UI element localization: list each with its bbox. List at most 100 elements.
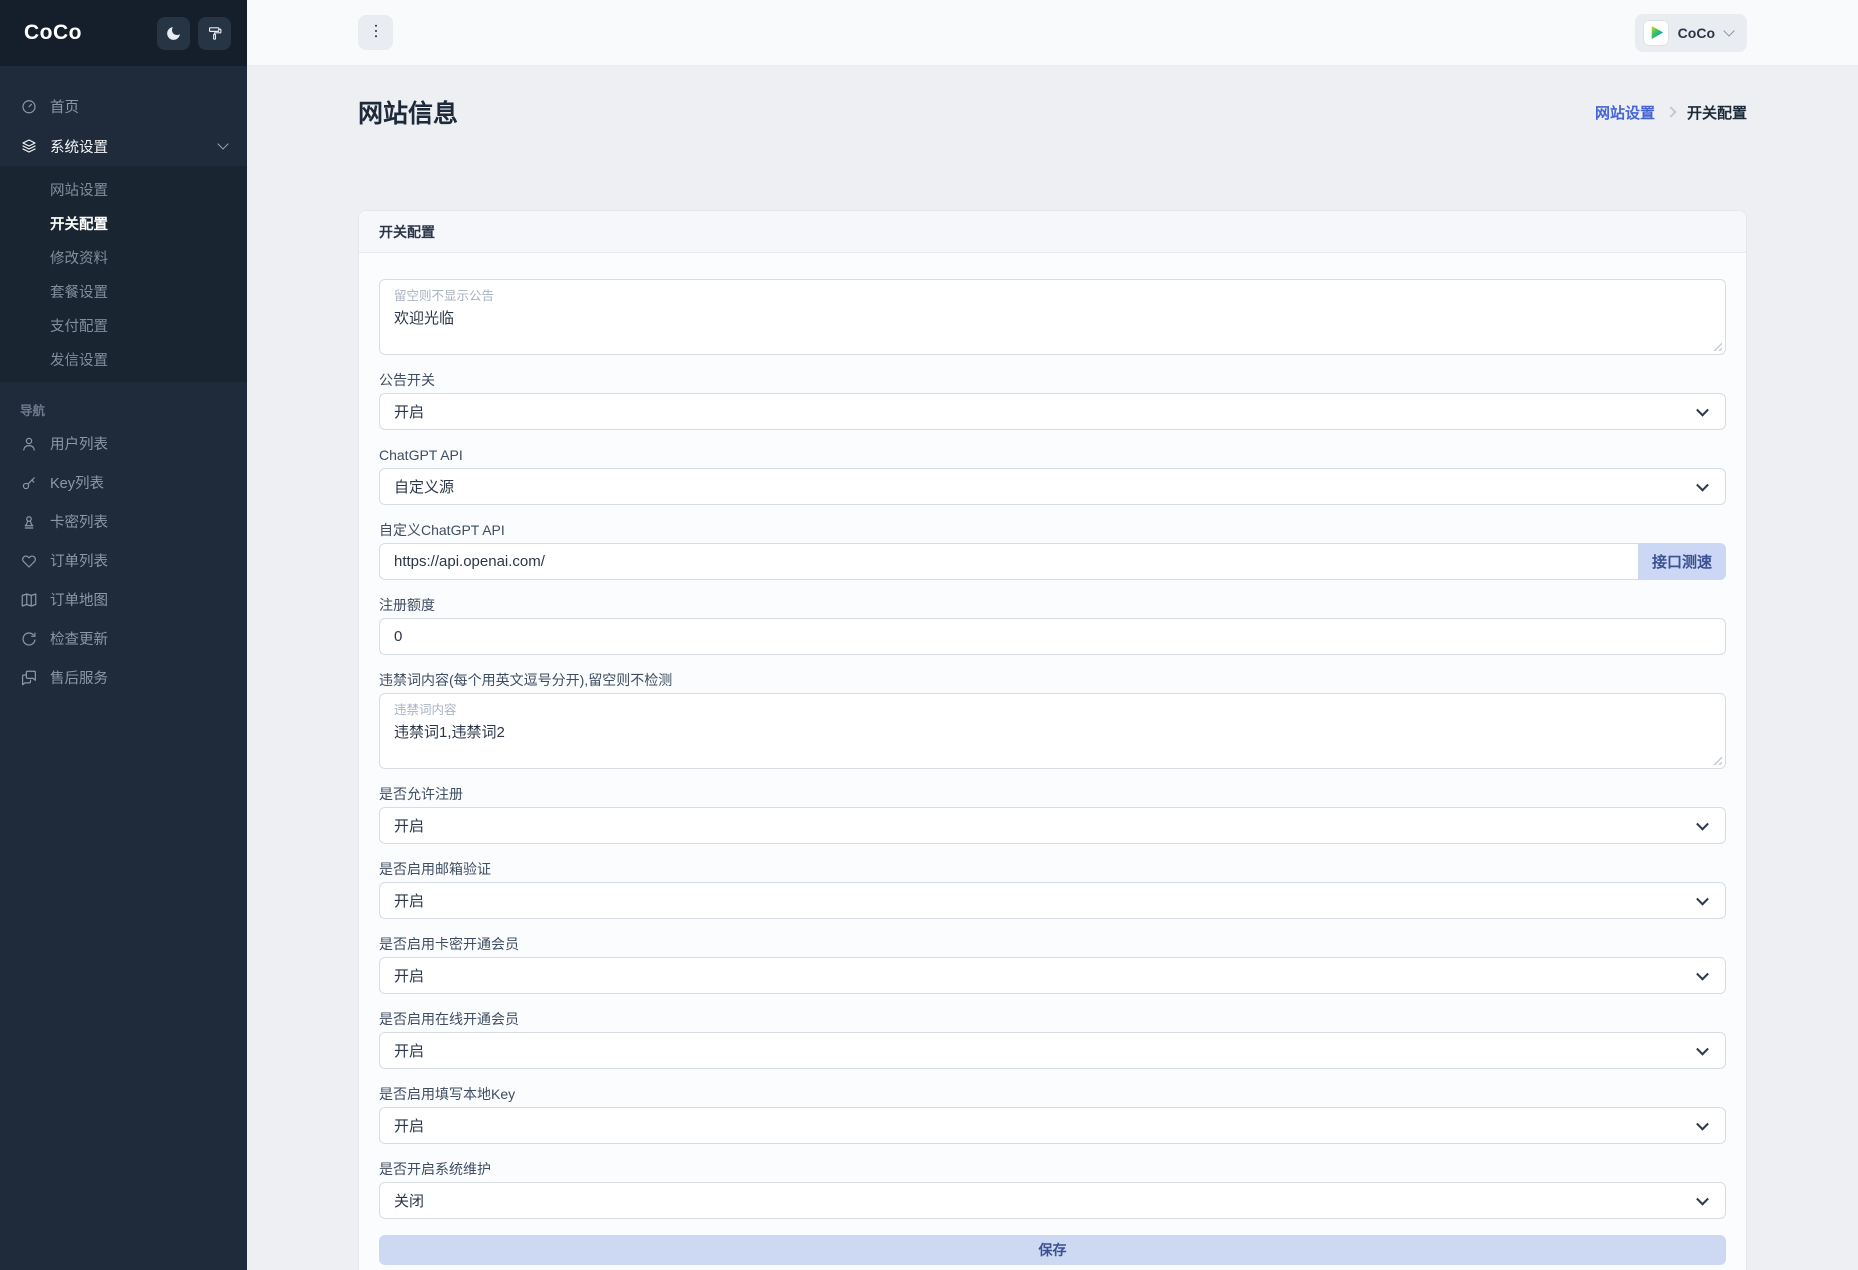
- main-area: CoCo 网站信息 网站设置 开关配置 开关配置 留空则不显示公告欢迎光临公告开…: [247, 0, 1858, 1270]
- sidebar-item-order-map[interactable]: 订单地图: [0, 580, 247, 619]
- sidebar-subitem-site-settings[interactable]: 网站设置: [0, 172, 247, 206]
- sidebar-subitem-mail-settings[interactable]: 发信设置: [0, 342, 247, 376]
- brand-logo: CoCo: [24, 21, 149, 45]
- announcement-switch-select[interactable]: 开启: [379, 393, 1726, 430]
- custom-chatgpt-api-input-label: 自定义ChatGPT API: [379, 521, 1726, 539]
- sidebar-item-label: 订单地图: [50, 589, 227, 610]
- user-name: CoCo: [1678, 25, 1715, 41]
- dark-mode-button[interactable]: [157, 17, 190, 50]
- chevron-down-icon: [1696, 403, 1709, 416]
- resize-handle-icon[interactable]: [1711, 340, 1722, 351]
- email-verify-select-label: 是否启用邮箱验证: [379, 860, 1726, 878]
- switch-config-card: 开关配置 留空则不显示公告欢迎光临公告开关开启 ChatGPT API 自定义源自定…: [358, 210, 1747, 1270]
- system-settings-submenu: 网站设置开关配置修改资料套餐设置支付配置发信设置: [0, 166, 247, 382]
- page-header: 网站信息 网站设置 开关配置: [358, 92, 1747, 132]
- custom-chatgpt-api-input[interactable]: [379, 543, 1638, 580]
- paint-icon: [206, 25, 223, 42]
- sidebar-item-check-update[interactable]: 检查更新: [0, 619, 247, 658]
- allow-register-select[interactable]: 开启: [379, 807, 1726, 844]
- dashboard-icon: [20, 97, 38, 115]
- chevron-down-icon: [1696, 892, 1709, 905]
- sidebar-item-card-key-list[interactable]: 卡密列表: [0, 502, 247, 541]
- theme-button[interactable]: [198, 17, 231, 50]
- chatgpt-api-select-label: ChatGPT API: [379, 446, 1726, 464]
- play-logo-icon: [1650, 26, 1663, 39]
- refresh-icon: [20, 630, 38, 648]
- sidebar-item-key-list[interactable]: Key列表: [0, 463, 247, 502]
- avatar: [1643, 20, 1669, 46]
- sidebar-menu: 首页系统设置网站设置开关配置修改资料套餐设置支付配置发信设置导航用户列表 Key列…: [0, 66, 247, 697]
- sidebar-subitem-label: 发信设置: [50, 349, 108, 370]
- select-value: 开启: [394, 1040, 424, 1061]
- sidebar-item-label: 检查更新: [50, 628, 227, 649]
- sidebar-item-home[interactable]: 首页: [0, 86, 247, 126]
- chevron-down-icon: [1696, 1117, 1709, 1130]
- sidebar-item-label: 首页: [50, 96, 227, 117]
- select-value: 关闭: [394, 1190, 424, 1211]
- page-title: 网站信息: [358, 94, 458, 130]
- save-button[interactable]: 保存: [379, 1235, 1726, 1265]
- chevron-down-icon: [1696, 817, 1709, 830]
- sidebar-subitem-label: 支付配置: [50, 315, 108, 336]
- sidebar-subitem-plan-settings[interactable]: 套餐设置: [0, 274, 247, 308]
- sidebar-item-user-list[interactable]: 用户列表: [0, 424, 247, 463]
- sidebar-subitem-payment-config[interactable]: 支付配置: [0, 308, 247, 342]
- heart-icon: [20, 552, 38, 570]
- banned-words-textarea[interactable]: 违禁词内容违禁词1,违禁词2: [379, 693, 1726, 769]
- chevron-down-icon: [1696, 967, 1709, 980]
- select-value: 开启: [394, 965, 424, 986]
- select-value: 开启: [394, 1115, 424, 1136]
- sidebar-item-label: 系统设置: [50, 136, 219, 157]
- announcement-textarea[interactable]: 留空则不显示公告欢迎光临: [379, 279, 1726, 355]
- layers-icon: [20, 137, 38, 155]
- sidebar-item-order-list[interactable]: 订单列表: [0, 541, 247, 580]
- chevron-right-icon: [1665, 106, 1676, 117]
- sidebar-item-label: 用户列表: [50, 433, 227, 454]
- banned-words-textarea-placeholder: 违禁词内容: [394, 702, 1711, 718]
- user-icon: [20, 435, 38, 453]
- sidebar-item-system-settings[interactable]: 系统设置: [0, 126, 247, 166]
- more-options-button[interactable]: [358, 15, 393, 50]
- card-title: 开关配置: [379, 222, 435, 242]
- select-value: 自定义源: [394, 476, 454, 497]
- chatgpt-api-select[interactable]: 自定义源: [379, 468, 1726, 505]
- chevron-down-icon: [1696, 1042, 1709, 1055]
- custom-chatgpt-api-input-group: 接口测速: [379, 543, 1726, 580]
- speed-test-button[interactable]: 接口测速: [1638, 543, 1726, 580]
- select-value: 开启: [394, 890, 424, 911]
- register-quota-input[interactable]: [379, 618, 1726, 655]
- local-key-select[interactable]: 开启: [379, 1107, 1726, 1144]
- card-header: 开关配置: [359, 211, 1746, 253]
- chevron-down-icon: [1696, 1192, 1709, 1205]
- resize-handle-icon[interactable]: [1711, 754, 1722, 765]
- chevron-down-icon: [1696, 478, 1709, 491]
- allow-register-select-label: 是否允许注册: [379, 785, 1726, 803]
- announcement-switch-select-label: 公告开关: [379, 371, 1726, 389]
- sidebar-subitem-switch-config[interactable]: 开关配置: [0, 206, 247, 240]
- card-key-member-select[interactable]: 开启: [379, 957, 1726, 994]
- chevron-down-icon: [1723, 25, 1734, 36]
- sidebar: CoCo 首页系统设置网站设置开关配置修改资料套餐设置支付配置发信设置导航用户列…: [0, 0, 247, 1270]
- online-member-select-label: 是否启用在线开通会员: [379, 1010, 1726, 1028]
- sidebar-subitem-label: 开关配置: [50, 213, 108, 234]
- banned-words-textarea-value: 违禁词1,违禁词2: [394, 721, 1711, 742]
- register-quota-input-label: 注册额度: [379, 596, 1726, 614]
- dots-vertical-icon: [367, 22, 385, 44]
- topbar: CoCo: [247, 0, 1858, 66]
- email-verify-select[interactable]: 开启: [379, 882, 1726, 919]
- local-key-select-label: 是否启用填写本地Key: [379, 1085, 1726, 1103]
- announcement-textarea-placeholder: 留空则不显示公告: [394, 288, 1711, 304]
- moon-icon: [165, 25, 182, 42]
- user-menu[interactable]: CoCo: [1635, 14, 1747, 52]
- breadcrumb-link-site-settings[interactable]: 网站设置: [1595, 102, 1655, 123]
- online-member-select[interactable]: 开启: [379, 1032, 1726, 1069]
- breadcrumb: 网站设置 开关配置: [1595, 102, 1747, 123]
- chevron-down-icon: [217, 138, 228, 149]
- sidebar-section-label: 导航: [0, 398, 247, 420]
- maintenance-select[interactable]: 关闭: [379, 1182, 1726, 1219]
- select-value: 开启: [394, 815, 424, 836]
- seal-icon: [20, 513, 38, 531]
- sidebar-subitem-edit-profile[interactable]: 修改资料: [0, 240, 247, 274]
- sidebar-item-label: 售后服务: [50, 667, 227, 688]
- sidebar-item-after-sales[interactable]: 售后服务: [0, 658, 247, 697]
